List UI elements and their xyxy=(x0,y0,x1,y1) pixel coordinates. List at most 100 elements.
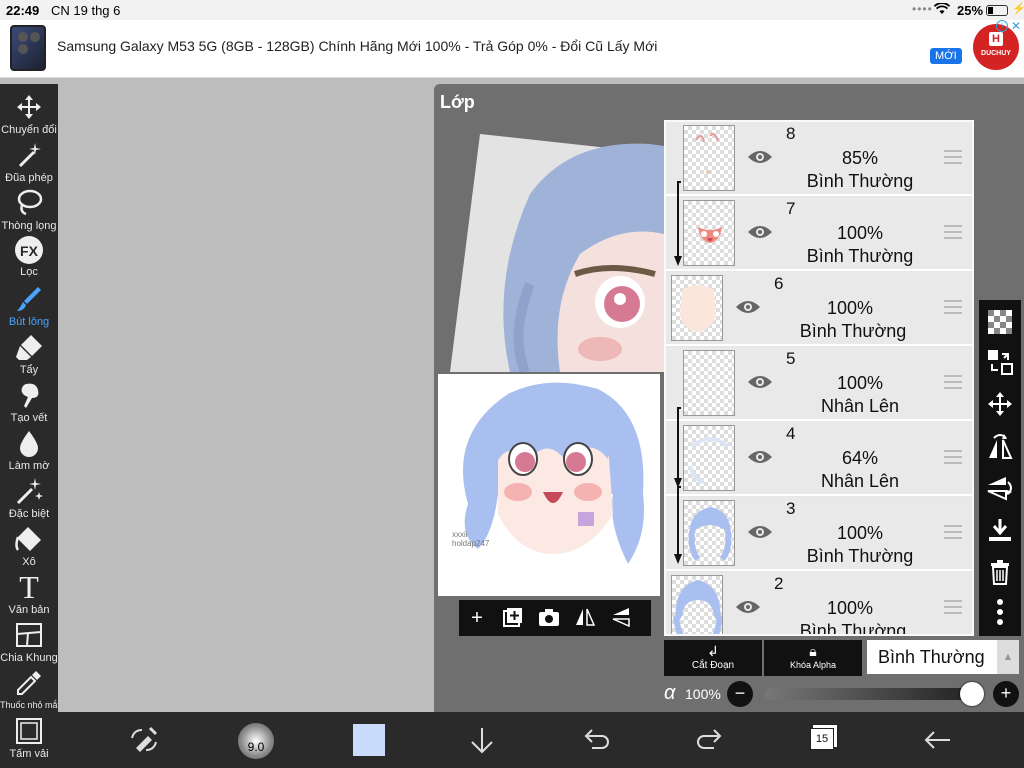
layer-thumb xyxy=(683,200,735,266)
eye-icon[interactable] xyxy=(747,523,773,541)
layer-thumb xyxy=(683,125,735,191)
layer-row-7[interactable]: 7 100% Bình Thường xyxy=(666,197,972,271)
undo-icon[interactable] xyxy=(580,724,612,756)
more-options-icon[interactable] xyxy=(986,598,1014,626)
ad-product-image[interactable] xyxy=(10,25,46,71)
opacity-decrease-button[interactable]: − xyxy=(727,681,753,707)
blend-mode-select[interactable]: Bình Thường xyxy=(867,640,997,674)
alpha-lock-button[interactable]: 🔒︎ Khóa Alpha xyxy=(764,640,862,676)
tool-magic-wand[interactable]: Đũa phép xyxy=(0,140,58,188)
drag-handle-icon[interactable] xyxy=(944,525,962,539)
tool-blur[interactable]: Làm mờ xyxy=(0,428,58,476)
drag-handle-icon[interactable] xyxy=(944,375,962,389)
layer-thumb xyxy=(683,500,735,566)
layer-row-2[interactable]: 2 100% Bình Thường xyxy=(666,572,972,634)
layer-row-5[interactable]: 5 100% Nhân Lên xyxy=(666,347,972,421)
layer-row-4[interactable]: 4 64% Nhân Lên xyxy=(666,422,972,496)
eye-icon[interactable] xyxy=(747,223,773,241)
ad-info-icon[interactable]: i xyxy=(996,20,1008,32)
tool-brush[interactable]: Bút lông xyxy=(0,284,58,332)
eye-icon[interactable] xyxy=(747,148,773,166)
tool-filter[interactable]: FX Lọc xyxy=(0,236,58,284)
brush-size-indicator[interactable]: 9.0 xyxy=(238,723,274,759)
layer-thumb xyxy=(683,350,735,416)
layer-row-8[interactable]: 8 85% Bình Thường xyxy=(666,122,972,196)
tool-transform[interactable]: Chuyển đổi xyxy=(0,92,58,140)
merge-down-icon[interactable] xyxy=(986,516,1014,544)
tool-bucket[interactable]: Xô xyxy=(0,524,58,572)
eye-icon[interactable] xyxy=(735,298,761,316)
opacity-slider-knob[interactable] xyxy=(960,682,984,706)
tool-smudge[interactable]: Tạo vết xyxy=(0,380,58,428)
drag-handle-icon[interactable] xyxy=(944,150,962,164)
layer-list[interactable]: 8 85% Bình Thường 7 100% Bình Thường 6 1… xyxy=(664,120,974,636)
quick-eraser-toggle-icon[interactable] xyxy=(128,724,160,756)
ad-close-icon[interactable]: ✕ xyxy=(1011,19,1021,33)
drag-handle-icon[interactable] xyxy=(944,600,962,614)
eraser-icon xyxy=(16,335,42,360)
tool-frame-divider[interactable]: Chia Khung xyxy=(0,620,58,668)
tool-text[interactable]: T Văn bản xyxy=(0,571,58,620)
layer-tools-rail xyxy=(979,300,1021,636)
layer-swap-icon[interactable] xyxy=(986,348,1014,376)
eye-icon[interactable] xyxy=(747,448,773,466)
layer-row-3[interactable]: 3 100% Bình Thường xyxy=(666,497,972,571)
flip-vertical-icon[interactable] xyxy=(609,606,633,630)
transparency-icon[interactable] xyxy=(986,308,1014,336)
brush-icon xyxy=(17,287,41,311)
camera-icon[interactable] xyxy=(537,606,561,630)
tool-eraser[interactable]: Tẩy xyxy=(0,332,58,380)
tool-eyedropper[interactable]: Thuốc nhỏ mắt xyxy=(0,668,60,716)
fx-icon: FX xyxy=(15,236,43,264)
back-arrow-icon[interactable] xyxy=(922,724,954,756)
flip-horizontal-icon[interactable] xyxy=(573,606,597,630)
charging-icon: ⚡ xyxy=(1012,3,1024,15)
battery-percent: 25% xyxy=(957,3,984,18)
ad-text[interactable]: Samsung Galaxy M53 5G (8GB - 128GB) Chín… xyxy=(57,38,657,54)
move-layer-icon[interactable] xyxy=(986,390,1014,418)
layer-thumbnail-preview[interactable]: xxxii holdap247 xyxy=(438,374,660,596)
opacity-slider[interactable] xyxy=(765,688,973,700)
add-layer-copy-icon[interactable] xyxy=(501,606,525,630)
battery-icon xyxy=(986,5,1008,16)
move-down-arrow-icon[interactable] xyxy=(466,724,498,756)
status-bar: 22:49 CN 19 thg 6 •••• 25% ⚡ xyxy=(0,0,1024,20)
layer-thumb xyxy=(683,425,735,491)
color-swatch[interactable] xyxy=(353,724,385,756)
eye-icon[interactable] xyxy=(747,373,773,391)
layer-count-badge[interactable]: 15 xyxy=(810,728,834,750)
layer-actions-bar: + xyxy=(459,600,651,636)
ad-new-button[interactable]: MỚI xyxy=(930,48,962,64)
opacity-value: 100% xyxy=(685,686,721,702)
drag-handle-icon[interactable] xyxy=(944,225,962,239)
add-layer-icon[interactable]: + xyxy=(465,606,489,630)
artwork-thumbnail xyxy=(463,382,644,564)
move-icon xyxy=(17,95,41,119)
opacity-increase-button[interactable]: + xyxy=(993,681,1019,707)
status-date: CN 19 thg 6 xyxy=(51,3,121,18)
drag-handle-icon[interactable] xyxy=(944,450,962,464)
tool-lasso[interactable]: Thòng lọng xyxy=(0,188,58,236)
layer-panel-title: Lớp xyxy=(440,92,475,112)
tool-canvas[interactable]: Tấm vải xyxy=(0,716,58,764)
trash-icon[interactable] xyxy=(986,558,1014,586)
canvas-icon xyxy=(16,718,42,744)
flip-layer-horizontal-icon[interactable] xyxy=(986,432,1014,460)
status-time: 22:49 xyxy=(6,3,40,18)
clipping-button[interactable]: ↲ Cắt Đoạn xyxy=(664,640,762,676)
bucket-icon xyxy=(15,527,41,551)
flip-layer-vertical-icon[interactable] xyxy=(986,474,1014,502)
eye-icon[interactable] xyxy=(735,598,761,616)
bottom-toolbar xyxy=(58,712,1024,768)
drawing-canvas[interactable] xyxy=(58,84,434,712)
layer-row-6[interactable]: 6 100% Bình Thường xyxy=(666,272,972,346)
drag-handle-icon[interactable] xyxy=(944,300,962,314)
blend-mode-arrow-icon[interactable]: ▲ xyxy=(997,640,1019,674)
magic-wand-icon xyxy=(18,143,41,168)
tool-special[interactable]: Đặc biệt xyxy=(0,476,58,524)
ad-banner[interactable]: Samsung Galaxy M53 5G (8GB - 128GB) Chín… xyxy=(0,19,1024,78)
artist-signature: xxxii holdap247 xyxy=(452,530,490,548)
multitask-dots[interactable]: •••• xyxy=(912,2,933,16)
redo-icon[interactable] xyxy=(694,724,726,756)
frame-divider-icon xyxy=(16,623,42,647)
